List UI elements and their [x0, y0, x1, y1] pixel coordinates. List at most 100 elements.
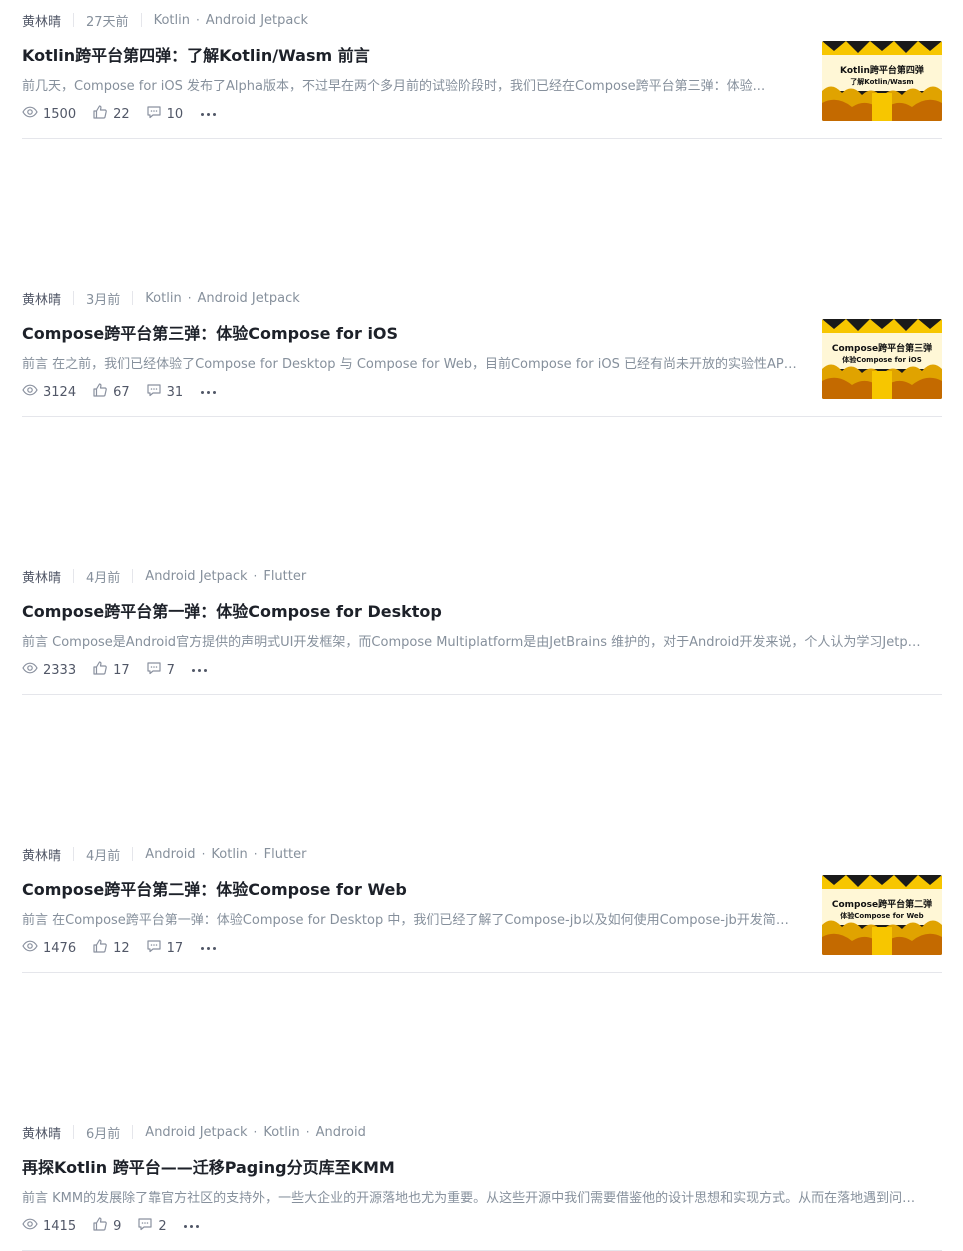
- article-card[interactable]: 黄林晴 4月前 Android · Kotlin · Flutter Compose跨平台第二…: [22, 834, 942, 973]
- publish-time: 4月前: [86, 848, 121, 864]
- comment-button[interactable]: 10: [146, 104, 184, 124]
- article-abstract[interactable]: 前几天，Compose for iOS 发布了Alpha版本，不过早在两个多月前…: [22, 75, 797, 94]
- article-tag[interactable]: Android Jetpack: [198, 291, 300, 306]
- author-name[interactable]: 黄林晴: [22, 11, 61, 30]
- article-tag[interactable]: Kotlin: [154, 13, 190, 28]
- article-tag[interactable]: Kotlin: [145, 291, 181, 306]
- article-meta: 黄林晴 4月前 Android · Kotlin · Flutter: [22, 845, 307, 864]
- tag-separator: ·: [201, 847, 206, 861]
- eye-icon: [22, 938, 43, 958]
- article-tag[interactable]: Android Jetpack: [145, 569, 247, 584]
- like-button[interactable]: 12: [92, 938, 130, 958]
- meta-divider: [73, 1125, 75, 1139]
- article-title[interactable]: Kotlin跨平台第四弹：了解Kotlin/Wasm 前言: [22, 42, 370, 66]
- comment-count-value: 31: [166, 384, 184, 400]
- article-tag[interactable]: Flutter: [264, 847, 307, 862]
- article-actions: 3124 67 31: [22, 382, 217, 402]
- comment-icon: [137, 1216, 158, 1236]
- like-button[interactable]: 22: [92, 104, 130, 124]
- thumbs-up-icon: [92, 938, 113, 958]
- more-options-button[interactable]: [183, 1224, 201, 1228]
- thumbs-up-icon: [92, 1216, 113, 1236]
- article-card[interactable]: 黄林晴 6月前 Android Jetpack · Kotlin · Android 再探Ko…: [22, 1112, 942, 1251]
- article-title[interactable]: Compose跨平台第一弹：体验Compose for Desktop: [22, 598, 442, 622]
- tag-list: Android · Kotlin · Flutter: [145, 847, 306, 862]
- meta-divider: [132, 569, 134, 583]
- more-options-button[interactable]: [199, 946, 217, 950]
- article-card[interactable]: 黄林晴 4月前 Android Jetpack · Flutter Compose跨平台第…: [22, 556, 942, 695]
- article-tag[interactable]: Kotlin: [263, 1125, 299, 1140]
- article-abstract[interactable]: 前言 KMM的发展除了靠官方社区的支持外，一些大企业的开源落地也尤为重要。从这些…: [22, 1187, 922, 1206]
- article-abstract[interactable]: 前言 在之前，我们已经体验了Compose for Desktop 与 Comp…: [22, 353, 797, 372]
- publish-time: 4月前: [86, 570, 121, 586]
- thumbs-up-icon: [92, 104, 113, 124]
- meta-divider: [132, 291, 134, 305]
- thumbnail-caption-1: Compose跨平台第二弹: [831, 900, 933, 910]
- meta-divider: [73, 291, 75, 305]
- comment-icon: [146, 382, 167, 402]
- article-tag[interactable]: Flutter: [263, 569, 306, 584]
- comment-button[interactable]: 2: [137, 1216, 167, 1236]
- tag-list: Kotlin · Android Jetpack: [145, 291, 299, 306]
- view-count: 1476: [22, 938, 76, 958]
- tag-separator: ·: [253, 847, 258, 861]
- meta-divider: [132, 847, 134, 861]
- article-meta: 黄林晴 6月前 Android Jetpack · Kotlin · Android: [22, 1123, 366, 1142]
- meta-divider: [73, 13, 75, 27]
- article-card[interactable]: 黄林晴 27天前 Kotlin · Android Jetpack Kotlin跨平台第四…: [22, 0, 942, 139]
- tag-separator: ·: [253, 1125, 258, 1139]
- article-tag[interactable]: Android Jetpack: [145, 1125, 247, 1140]
- article-actions: 1476 12 17: [22, 938, 217, 958]
- article-tag[interactable]: Android Jetpack: [206, 13, 308, 28]
- comment-icon: [146, 104, 167, 124]
- meta-divider: [73, 569, 75, 583]
- publish-time: 6月前: [86, 1126, 121, 1142]
- tag-separator: ·: [187, 291, 192, 305]
- tag-separator: ·: [195, 13, 200, 27]
- author-name[interactable]: 黄林晴: [22, 1123, 61, 1142]
- thumbnail-caption-2: 体验Compose for Web: [840, 912, 924, 920]
- article-actions: 2333 17 7: [22, 660, 209, 680]
- tag-separator: ·: [305, 1125, 310, 1139]
- article-tag[interactable]: Kotlin: [211, 847, 247, 862]
- like-button[interactable]: 67: [92, 382, 130, 402]
- like-button[interactable]: 9: [92, 1216, 121, 1236]
- article-title[interactable]: Compose跨平台第三弹：体验Compose for iOS: [22, 320, 398, 344]
- author-name[interactable]: 黄林晴: [22, 845, 61, 864]
- more-options-button[interactable]: [199, 112, 217, 116]
- view-count-value: 2333: [43, 662, 77, 678]
- comment-count-value: 10: [166, 106, 184, 122]
- article-title[interactable]: Compose跨平台第二弹：体验Compose for Web: [22, 876, 407, 900]
- article-thumbnail[interactable]: Kotlin跨平台第四弹 了解Kotlin/Wasm: [822, 41, 942, 121]
- article-tag[interactable]: Android: [145, 847, 195, 862]
- article-actions: 1415 9 2: [22, 1216, 201, 1236]
- article-thumbnail[interactable]: Compose跨平台第三弹 体验Compose for iOS: [822, 319, 942, 399]
- tag-list: Kotlin · Android Jetpack: [154, 13, 308, 28]
- like-count-value: 12: [113, 940, 130, 956]
- article-thumbnail[interactable]: Compose跨平台第二弹 体验Compose for Web: [822, 875, 942, 955]
- like-button[interactable]: 17: [92, 660, 130, 680]
- comment-button[interactable]: 7: [146, 660, 175, 680]
- view-count: 3124: [22, 382, 76, 402]
- view-count-value: 1500: [43, 106, 77, 122]
- article-card[interactable]: 黄林晴 3月前 Kotlin · Android Jetpack Compose跨平台第三…: [22, 278, 942, 417]
- eye-icon: [22, 660, 43, 680]
- comment-button[interactable]: 17: [146, 938, 183, 958]
- author-name[interactable]: 黄林晴: [22, 289, 61, 308]
- view-count: 2333: [22, 660, 76, 680]
- article-tag[interactable]: Android: [316, 1125, 366, 1140]
- thumbs-up-icon: [92, 660, 113, 680]
- publish-time: 3月前: [86, 292, 121, 308]
- meta-divider: [132, 1125, 134, 1139]
- more-options-button[interactable]: [191, 668, 209, 672]
- like-count-value: 17: [113, 662, 130, 678]
- article-title[interactable]: 再探Kotlin 跨平台——迁移Paging分页库至KMM: [22, 1154, 395, 1178]
- eye-icon: [22, 104, 43, 124]
- article-abstract[interactable]: 前言 在Compose跨平台第一弹：体验Compose for Desktop …: [22, 909, 797, 928]
- comment-button[interactable]: 31: [146, 382, 184, 402]
- like-count-value: 67: [113, 384, 130, 400]
- thumbs-up-icon: [92, 382, 113, 402]
- more-options-button[interactable]: [199, 390, 217, 394]
- article-abstract[interactable]: 前言 Compose是Android官方提供的声明式UI开发框架，而Compos…: [22, 631, 922, 650]
- author-name[interactable]: 黄林晴: [22, 567, 61, 586]
